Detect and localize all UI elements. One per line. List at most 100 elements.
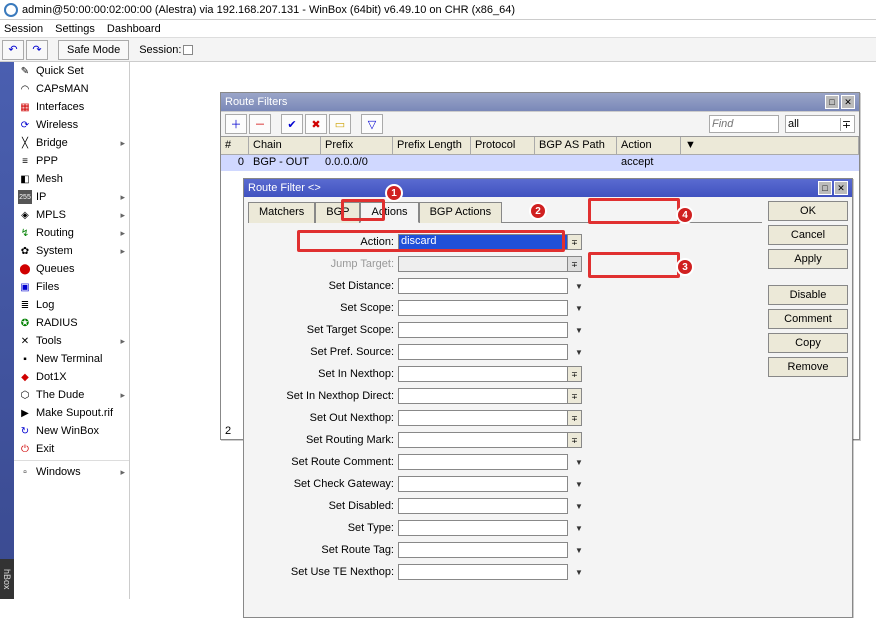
sidebar-item-ip[interactable]: 255IP▸ [14,188,129,206]
col-n[interactable]: # [221,137,249,154]
setrmark-dropdown[interactable]: ∓ [568,432,582,448]
restore-button[interactable]: □ [825,95,839,109]
settscope-input[interactable] [398,322,568,338]
sidebar-item-system[interactable]: ✿System▸ [14,242,129,260]
safe-mode-button[interactable]: Safe Mode [58,40,129,60]
setinnh-dropdown[interactable]: ∓ [568,366,582,382]
setpref-input[interactable] [398,344,568,360]
expand-icon[interactable]: ▼ [572,322,586,338]
sidebar-item-tools[interactable]: ✕Tools▸ [14,332,129,350]
sidebar-item-interfaces[interactable]: ▦Interfaces [14,98,129,116]
col-end[interactable]: ▼ [681,137,859,154]
sidebar-item-ppp[interactable]: ≡PPP [14,152,129,170]
setinnhd-dropdown[interactable]: ∓ [568,388,582,404]
tab-bgp[interactable]: BGP [315,202,360,223]
windows-icon: ▫ [18,465,32,479]
sidebar-item-windows[interactable]: ▫Windows▸ [14,463,129,481]
log-icon: ≣ [18,298,32,312]
expand-icon[interactable]: ▼ [572,454,586,470]
expand-icon[interactable]: ▼ [572,300,586,316]
col-plen[interactable]: Prefix Length [393,137,471,154]
comment-button[interactable]: Comment [768,309,848,329]
setdist-input[interactable] [398,278,568,294]
setrtag-input[interactable] [398,542,568,558]
copy-button[interactable]: Copy [768,333,848,353]
filter-select[interactable]: all∓ [785,115,855,133]
setoutnh-input[interactable] [398,410,568,426]
comment-button[interactable]: ▭ [329,114,351,134]
apply-button[interactable]: Apply [768,249,848,269]
expand-icon[interactable]: ▼ [572,564,586,580]
expand-icon[interactable]: ▼ [572,498,586,514]
redo-button[interactable]: ↷ [26,40,48,60]
session-checkbox[interactable] [183,45,193,55]
setoutnh-dropdown[interactable]: ∓ [568,410,582,426]
grid-row[interactable]: 0 BGP - OUT 0.0.0.0/0 accept [221,155,859,171]
setdis-input[interactable] [398,498,568,514]
sidebar-item-quickset[interactable]: ✎Quick Set [14,62,129,80]
remove-button[interactable]: Remove [768,357,848,377]
menu-settings[interactable]: Settings [55,23,95,35]
setrcmt-input[interactable] [398,454,568,470]
sidebar-item-capsman[interactable]: ◠CAPsMAN [14,80,129,98]
col-prefix[interactable]: Prefix [321,137,393,154]
filter-button[interactable]: ▽ [361,114,383,134]
setinnhd-input[interactable] [398,388,568,404]
sidebar-item-files[interactable]: ▣Files [14,278,129,296]
window-title: admin@50:00:00:02:00:00 (Alestra) via 19… [22,4,515,16]
sidebar-item-radius[interactable]: ✪RADIUS [14,314,129,332]
expand-icon[interactable]: ▼ [572,542,586,558]
sidebar-item-bridge[interactable]: ╳Bridge▸ [14,134,129,152]
setscope-input[interactable] [398,300,568,316]
bottom-tag: hBox [0,559,14,599]
sidebar-item-routing[interactable]: ↯Routing▸ [14,224,129,242]
setchkgw-input[interactable] [398,476,568,492]
action-input[interactable]: discard [398,234,568,250]
expand-icon[interactable]: ▼ [572,344,586,360]
action-dropdown[interactable]: ∓ [568,234,582,250]
sidebar-item-wireless[interactable]: ⟳Wireless [14,116,129,134]
expand-icon[interactable]: ▼ [572,520,586,536]
sidebar-item-newwinbox[interactable]: ↻New WinBox [14,422,129,440]
sidebar-item-log[interactable]: ≣Log [14,296,129,314]
col-chain[interactable]: Chain [249,137,321,154]
setinnh-input[interactable] [398,366,568,382]
sidebar-item-queues[interactable]: ⬤Queues [14,260,129,278]
col-proto[interactable]: Protocol [471,137,535,154]
sidebar-item-mesh[interactable]: ◧Mesh [14,170,129,188]
label-setoutnh: Set Out Nexthop: [248,412,398,424]
expand-icon[interactable]: ▼ [572,278,586,294]
sidebar-item-exit[interactable]: ⏻Exit [14,440,129,458]
settype-input[interactable] [398,520,568,536]
sidebar-item-dude[interactable]: ⬡The Dude▸ [14,386,129,404]
find-input[interactable] [709,115,779,133]
remove-button[interactable]: － [249,114,271,134]
close-button[interactable]: ✕ [841,95,855,109]
menu-dashboard[interactable]: Dashboard [107,23,161,35]
route-filters-title[interactable]: Route Filters □ ✕ [221,93,859,111]
disable-button[interactable]: Disable [768,285,848,305]
setrmark-input[interactable] [398,432,568,448]
enable-button[interactable]: ✔ [281,114,303,134]
chevron-icon: ▸ [120,210,125,221]
sidebar-item-dot1x[interactable]: ◆Dot1X [14,368,129,386]
restore-button[interactable]: □ [818,181,832,195]
sidebar-item-mpls[interactable]: ◈MPLS▸ [14,206,129,224]
route-filter-title[interactable]: Route Filter <> □ ✕ [244,179,852,197]
undo-button[interactable]: ↶ [2,40,24,60]
add-button[interactable]: ＋ [225,114,247,134]
col-aspath[interactable]: BGP AS Path [535,137,617,154]
sidebar-item-supout[interactable]: ▶Make Supout.rif [14,404,129,422]
menu-session[interactable]: Session [4,23,43,35]
ok-button[interactable]: OK [768,201,848,221]
close-button[interactable]: ✕ [834,181,848,195]
disable-button[interactable]: ✖ [305,114,327,134]
tab-actions[interactable]: Actions [360,202,418,223]
tab-matchers[interactable]: Matchers [248,202,315,223]
cancel-button[interactable]: Cancel [768,225,848,245]
expand-icon[interactable]: ▼ [572,476,586,492]
setusete-input[interactable] [398,564,568,580]
sidebar-item-terminal[interactable]: ▪New Terminal [14,350,129,368]
tab-bgp-actions[interactable]: BGP Actions [419,202,503,223]
col-action[interactable]: Action [617,137,681,154]
